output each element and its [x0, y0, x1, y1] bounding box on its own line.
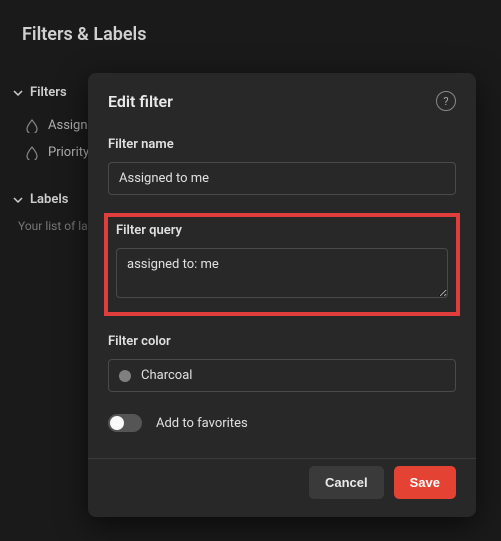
- modal-title: Edit filter: [108, 92, 173, 111]
- labels-section-label: Labels: [30, 192, 68, 207]
- help-icon[interactable]: ?: [436, 91, 456, 111]
- filter-query-input[interactable]: [116, 248, 448, 298]
- drop-icon: [26, 146, 40, 160]
- drop-icon: [26, 119, 40, 133]
- color-name: Charcoal: [141, 368, 192, 383]
- cancel-button[interactable]: Cancel: [309, 466, 384, 499]
- color-swatch-icon: [119, 370, 131, 382]
- filter-query-highlight: Filter query: [104, 213, 460, 316]
- filter-name-input[interactable]: [108, 162, 456, 195]
- favorites-toggle[interactable]: [108, 414, 142, 432]
- filter-name-label: Filter name: [108, 137, 456, 152]
- save-button[interactable]: Save: [394, 466, 456, 499]
- favorites-label: Add to favorites: [156, 416, 248, 431]
- filter-color-select[interactable]: Charcoal: [108, 359, 456, 392]
- divider: [88, 458, 476, 459]
- edit-filter-modal: Edit filter ? Filter name Filter query F…: [88, 73, 476, 517]
- chevron-down-icon: [12, 194, 24, 206]
- filter-query-label: Filter query: [116, 223, 448, 238]
- toggle-knob-icon: [110, 416, 124, 430]
- filters-section-label: Filters: [30, 85, 67, 100]
- filter-color-label: Filter color: [108, 334, 456, 349]
- chevron-down-icon: [12, 87, 24, 99]
- page-title: Filters & Labels: [0, 0, 501, 45]
